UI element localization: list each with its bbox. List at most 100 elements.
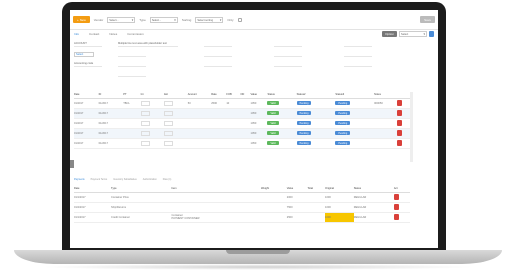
status-badge[interactable]: Pending [296, 100, 312, 106]
cell-value: 1050 [250, 138, 268, 149]
form-input-l[interactable] [344, 62, 372, 67]
cell-input[interactable] [140, 130, 150, 136]
status-badge[interactable]: Valid [267, 110, 279, 116]
table-row[interactable]: 01/2017 01/2017 1050 Valid Pending Pending [74, 118, 410, 129]
form-input-j[interactable] [344, 42, 372, 47]
cell-int [140, 128, 165, 139]
pcell-status: REGULAR [353, 202, 394, 213]
option-button[interactable]: Option [382, 31, 397, 37]
pcell-action [393, 212, 410, 223]
delete-button[interactable] [393, 203, 399, 210]
table-row[interactable]: 01/1/2017 Container Price 2000 1000 REGULAR [74, 192, 410, 203]
accounting-code-field[interactable]: Accounting code [74, 62, 102, 67]
grid-scrollbar[interactable] [410, 92, 413, 162]
status-badge[interactable]: Pending [296, 130, 312, 136]
cell-date: 01/2017 [74, 118, 99, 129]
form-input-b[interactable] [118, 62, 146, 67]
filter3-label: Sorting [181, 17, 192, 22]
status-badge[interactable]: Pending [335, 120, 351, 126]
cell-input[interactable] [140, 140, 150, 146]
tab-info[interactable]: Info [74, 32, 79, 36]
delete-button[interactable] [396, 99, 402, 106]
cell-status: Valid [267, 108, 297, 119]
payments-grid-body: 01/1/2017 Container Price 2000 1000 REGULAR 0… [74, 192, 410, 223]
status-badge[interactable]: Pending [335, 140, 351, 146]
tab-authorization[interactable]: Authorization [143, 178, 157, 181]
form-input-a[interactable] [118, 52, 146, 57]
cell-input[interactable] [164, 120, 174, 126]
status-badge[interactable]: Valid [267, 100, 279, 106]
cell-input[interactable] [164, 130, 174, 136]
pcell-value: 2000 [286, 192, 308, 203]
cell-pt [123, 108, 141, 119]
cell-status3: Pending [335, 98, 375, 109]
status-badge[interactable]: Pending [335, 130, 351, 136]
form-input-i[interactable] [274, 62, 302, 67]
save-button[interactable]: Save [420, 16, 435, 23]
cell-input[interactable] [140, 120, 150, 126]
delete-button[interactable] [393, 213, 399, 220]
note-textbox[interactable]: Multiple line text area with placeholder… [118, 42, 178, 47]
pcell-item [171, 192, 262, 203]
cell-input[interactable] [164, 140, 174, 146]
form-input-k[interactable] [344, 52, 372, 57]
cell-input[interactable] [140, 100, 150, 106]
status-badge[interactable]: Pending [296, 110, 312, 116]
form-input-g[interactable] [274, 42, 302, 47]
tab-commission[interactable]: Commission [127, 32, 144, 36]
tab-contact[interactable]: Contact [89, 32, 99, 36]
bottom-tabs: Payments Payment Terms Inventory Subsidi… [74, 178, 171, 181]
form-input-d[interactable] [204, 42, 232, 47]
delete-button[interactable] [393, 193, 399, 200]
panel-resize-handle[interactable] [70, 160, 74, 168]
status-badge[interactable]: Pending [335, 100, 351, 106]
filter3-select[interactable]: Select sorting [195, 16, 224, 23]
table-row[interactable]: 01/2017 01/2017 1050 Valid Pending Pending [74, 138, 410, 149]
delete-button[interactable] [396, 139, 402, 146]
cell-od [240, 98, 251, 109]
cell-notes [374, 128, 397, 139]
filter1-select[interactable]: Select... [107, 16, 136, 23]
cell-input[interactable] [164, 110, 174, 116]
delete-button[interactable] [396, 109, 402, 116]
status-badge[interactable]: Pending [296, 140, 312, 146]
form-input-c[interactable] [118, 72, 146, 77]
status-badge[interactable]: Valid [267, 140, 279, 146]
table-row[interactable]: 01/2017 01/2017 1050 Valid Pending Pending [74, 128, 410, 139]
cell-input[interactable] [140, 110, 150, 116]
plus-button[interactable] [429, 31, 434, 37]
pcell-item-line2: PAYMENT CONTAINER [171, 217, 200, 220]
detail-form: ACCOUNT Select Accounting code Multiple … [74, 42, 434, 98]
form-input-h[interactable] [274, 52, 302, 57]
status-badge[interactable]: Valid [267, 120, 279, 126]
account-select[interactable]: Select [74, 52, 94, 57]
new-button[interactable]: + New [73, 16, 90, 23]
delete-button[interactable] [396, 119, 402, 126]
tab-notes[interactable]: Notes [109, 32, 117, 36]
table-row[interactable]: 01/2017 01/2017 1050 Valid Pending Pending [74, 108, 410, 119]
tab-files[interactable]: Files (1) [163, 178, 172, 181]
cell-int [140, 108, 165, 119]
cell-status3: Pending [335, 108, 375, 119]
status-badge[interactable]: Pending [335, 110, 351, 116]
option-select[interactable]: Select [399, 31, 427, 37]
tab-inventory[interactable]: Inventory Subsidiaries [113, 178, 137, 181]
delete-button[interactable] [396, 129, 402, 136]
form-input-e[interactable] [204, 52, 232, 57]
cell-ext [164, 138, 188, 149]
status-badge[interactable]: Valid [267, 130, 279, 136]
filter2-select[interactable]: Select... [149, 16, 178, 23]
account-field[interactable]: ACCOUNT [74, 42, 102, 47]
tab-payment-terms[interactable]: Payment Terms [91, 178, 108, 181]
tab-payments[interactable]: Payments [74, 178, 85, 181]
status-badge[interactable]: Pending [296, 120, 312, 126]
table-row[interactable]: 01/1/2017 Credit Container Container PAYMEN… [74, 212, 410, 223]
cell-action [396, 118, 410, 129]
table-row[interactable]: 01/2017 01/2017 TBCL 50 2500 10 1050 Valid Pendi… [74, 98, 410, 109]
table-row[interactable]: 01/2/2017 Ship/Returns 7500 1000 REGULAR [74, 202, 410, 213]
cell-input[interactable] [164, 100, 174, 106]
cell-rate [211, 128, 227, 139]
filter4-checkbox[interactable] [237, 17, 242, 22]
cell-od [240, 128, 251, 139]
form-input-f[interactable] [204, 62, 232, 67]
